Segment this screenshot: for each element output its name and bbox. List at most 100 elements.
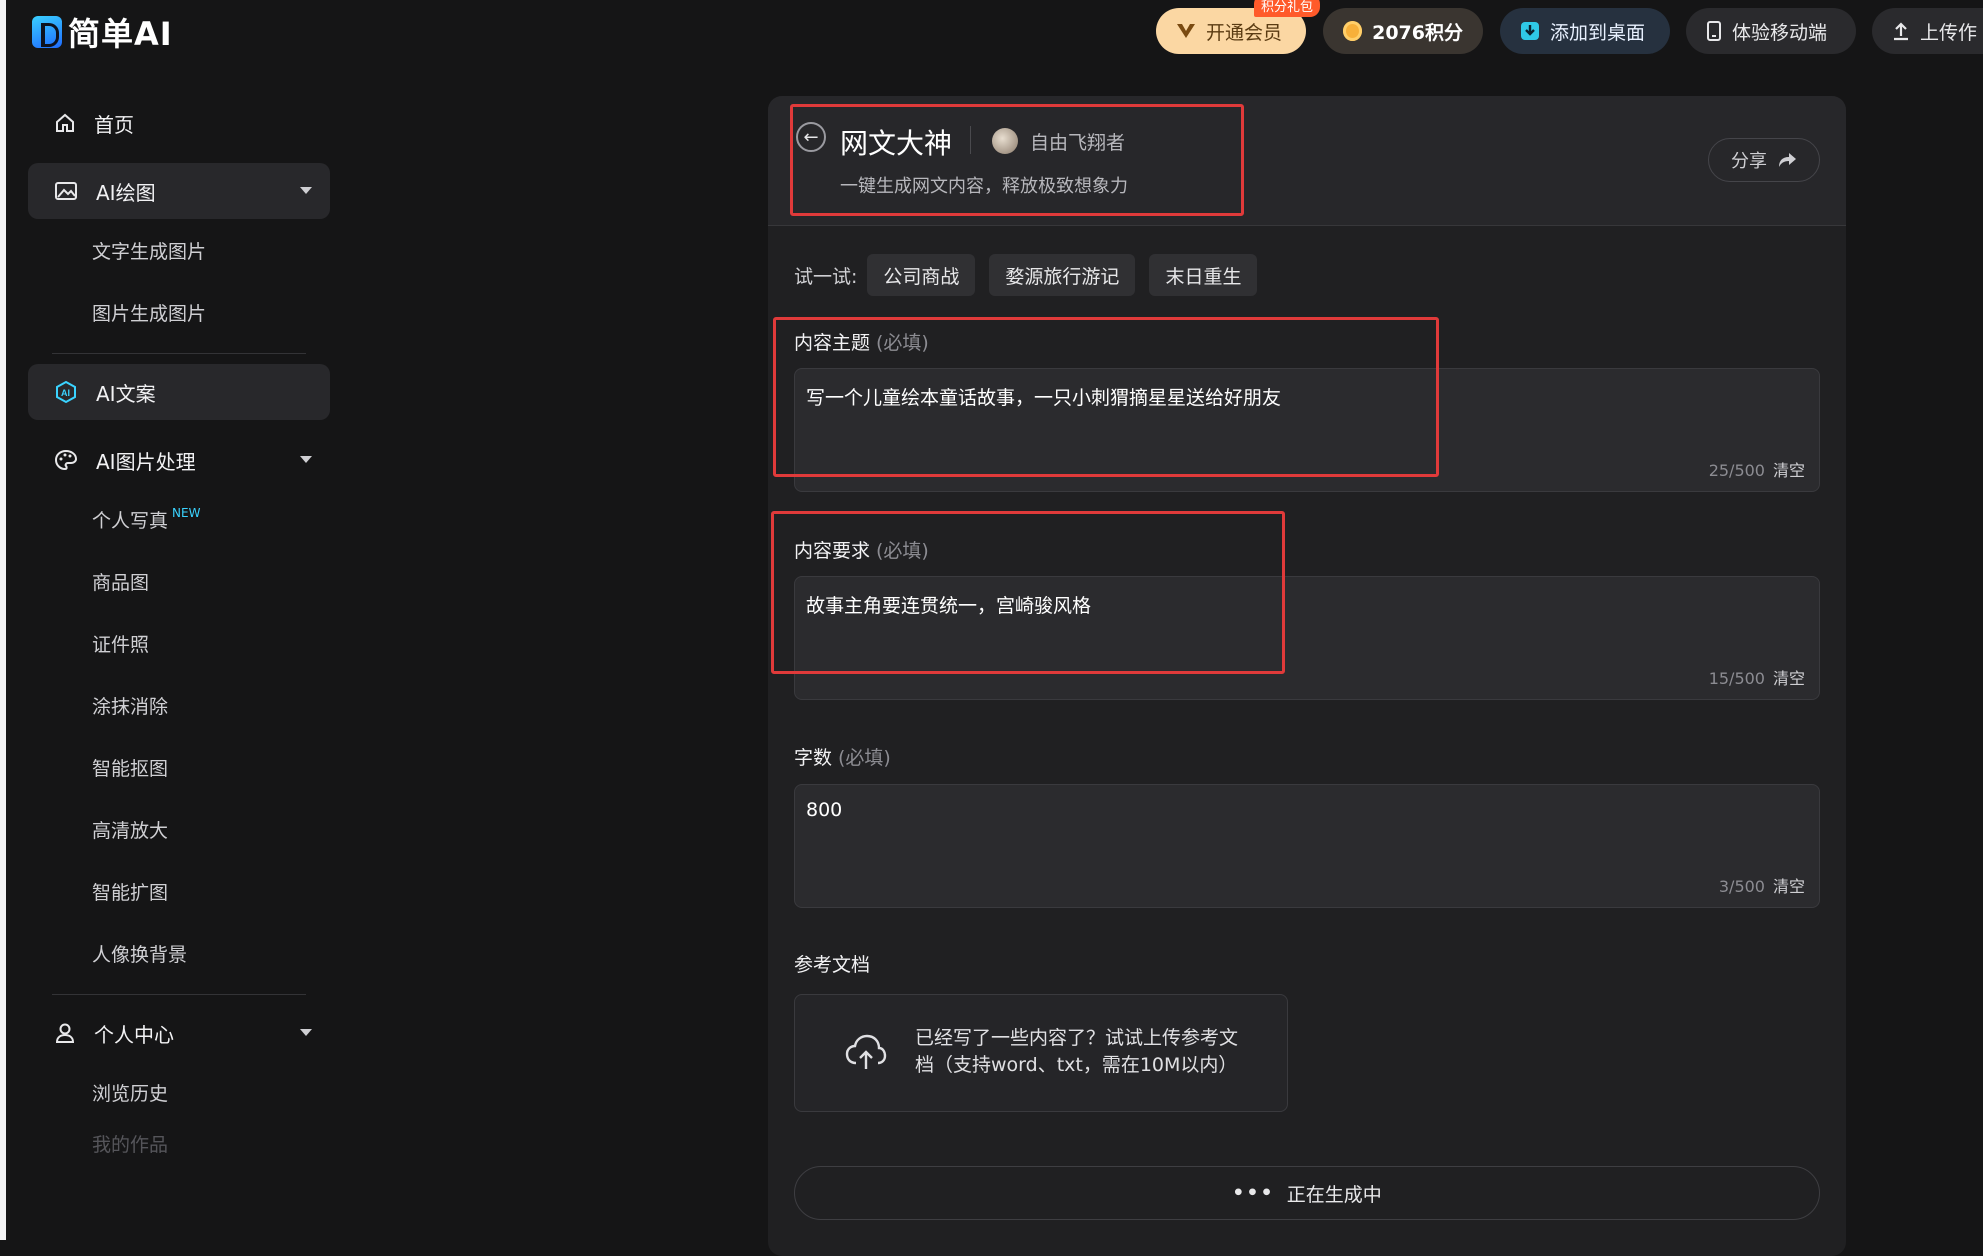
reference-doc-label: 参考文档 [794, 954, 871, 976]
sidebar-item-bg-swap[interactable]: 人像换背景 [28, 922, 330, 984]
palette-icon [54, 449, 78, 471]
example-chip[interactable]: 婺源旅行游记 [989, 254, 1136, 296]
char-counter: 3/500 清空 [1719, 873, 1805, 897]
sidebar-item-text-to-image[interactable]: 文字生成图片 [28, 219, 330, 281]
vip-label: 开通会员 [1206, 21, 1283, 44]
char-count: 3/500 [1718, 877, 1765, 896]
sidebar-item-label: 个人写真 [92, 509, 169, 532]
points-button[interactable]: 2076积分 [1323, 8, 1483, 54]
sidebar-item-my-works[interactable]: 我的作品 [28, 1123, 330, 1163]
char-count: 25/500 [1708, 461, 1765, 480]
sidebar-item-ai-image-process[interactable]: AI图片处理 [28, 432, 330, 488]
mobile-experience-button[interactable]: 体验移动端 [1686, 8, 1856, 54]
requirement-textarea[interactable]: 故事主角要连贯统一，宫崎骏风格 15/500 清空 [794, 576, 1820, 700]
share-button[interactable]: 分享 [1708, 138, 1820, 182]
sidebar-item-portrait[interactable]: 个人写真 NEW [28, 488, 330, 550]
topic-textarea[interactable]: 写一个儿童绘本童话故事，一只小刺猬摘星星送给好朋友 25/500 清空 [794, 368, 1820, 492]
clear-button[interactable]: 清空 [1773, 669, 1805, 688]
main-panel: ← 网文大神 自由飞翔者 一键生成网文内容，释放极致想象力 分享 试一试: 公司… [768, 96, 1846, 1256]
mobile-label: 体验移动端 [1732, 21, 1828, 44]
page-title: 网文大神 [840, 127, 953, 160]
sidebar-item-label: AI图片处理 [96, 449, 196, 474]
requirement-label: 内容要求 (必填) [794, 536, 929, 563]
ai-shield-icon: AI [56, 380, 76, 404]
new-badge: NEW [172, 506, 201, 520]
required-tag: (必填) [838, 747, 891, 769]
sidebar-item-label: 首页 [94, 112, 134, 137]
sidebar-item-label: AI绘图 [96, 180, 156, 205]
sidebar-item-history[interactable]: 浏览历史 [28, 1061, 330, 1123]
field-label-text: 字数 [794, 747, 833, 769]
sidebar-item-product-image[interactable]: 商品图 [28, 550, 330, 612]
sidebar-item-id-photo[interactable]: 证件照 [28, 612, 330, 674]
sidebar-item-ai-copy[interactable]: AI AI文案 [28, 364, 330, 420]
share-label: 分享 [1731, 151, 1767, 172]
sidebar-item-cutout[interactable]: 智能抠图 [28, 736, 330, 798]
home-icon [56, 113, 74, 132]
sidebar-item-user-center[interactable]: 个人中心 [28, 1005, 330, 1061]
app-logo[interactable]: 简单AI [32, 12, 173, 53]
loading-dots-icon: ••• [1232, 1182, 1275, 1204]
author-avatar[interactable] [992, 128, 1018, 154]
sidebar-item-ai-draw[interactable]: AI绘图 [28, 163, 330, 219]
title-separator [970, 126, 971, 154]
sidebar-item-upscale[interactable]: 高清放大 [28, 798, 330, 860]
window-edge [0, 0, 6, 1240]
clear-button[interactable]: 清空 [1773, 461, 1805, 480]
sidebar: 首页 AI绘图 文字生成图片 图片生成图片 AI AI文案 AI图片处理 个人写… [28, 95, 330, 1163]
sidebar-item-label: AI文案 [96, 381, 156, 406]
field-label-text: 内容要求 [794, 540, 871, 562]
generating-button[interactable]: ••• 正在生成中 [794, 1166, 1820, 1220]
required-tag: (必填) [876, 332, 929, 354]
sidebar-item-image-to-image[interactable]: 图片生成图片 [28, 281, 330, 343]
word-count-label: 字数 (必填) [794, 743, 891, 770]
char-counter: 15/500 清空 [1709, 665, 1805, 689]
panel-header: ← 网文大神 自由飞翔者 一键生成网文内容，释放极致想象力 分享 [768, 96, 1846, 226]
char-count: 15/500 [1708, 669, 1765, 688]
try-label: 试一试: [794, 265, 858, 288]
brand-name: 简单AI [68, 15, 173, 53]
points-gift-badge: 积分礼包 [1253, 0, 1320, 17]
topic-label: 内容主题 (必填) [794, 328, 929, 355]
cloud-upload-icon [845, 1034, 887, 1069]
vip-button[interactable]: 开通会员 积分礼包 [1156, 0, 1320, 54]
sidebar-divider [52, 353, 306, 354]
requirement-value[interactable]: 故事主角要连贯统一，宫崎骏风格 [806, 591, 1091, 618]
chevron-down-icon[interactable] [300, 456, 312, 463]
sidebar-item-label: 个人中心 [94, 1022, 174, 1047]
share-arrow-icon [1779, 153, 1796, 167]
required-tag: (必填) [876, 540, 929, 562]
example-chip[interactable]: 公司商战 [867, 254, 976, 296]
author-name[interactable]: 自由飞翔者 [1030, 128, 1125, 155]
sidebar-item-erase[interactable]: 涂抹消除 [28, 674, 330, 736]
upload-work-label: 上传作 [1920, 21, 1978, 44]
chevron-down-icon[interactable] [300, 1029, 312, 1036]
upload-icon [1894, 22, 1908, 41]
upload-work-button[interactable]: 上传作 [1872, 8, 1983, 54]
word-count-value[interactable]: 800 [806, 799, 842, 821]
page-subtitle: 一键生成网文内容，释放极致想象力 [840, 176, 1128, 197]
download-desktop-icon [1521, 22, 1539, 40]
image-icon [55, 182, 77, 200]
reference-upload-area[interactable]: 已经写了一些内容了？试试上传参考文档（支持word、txt，需在10M以内） [794, 994, 1288, 1112]
clear-button[interactable]: 清空 [1773, 877, 1805, 896]
add-to-desktop-label: 添加到桌面 [1550, 21, 1646, 44]
field-label-text: 内容主题 [794, 332, 871, 354]
example-chip[interactable]: 末日重生 [1149, 254, 1258, 296]
upload-hint: 已经写了一些内容了？试试上传参考文档（支持word、txt，需在10M以内） [915, 1027, 1239, 1076]
add-to-desktop-button[interactable]: 添加到桌面 [1500, 8, 1670, 54]
sidebar-item-home[interactable]: 首页 [28, 95, 330, 151]
svg-text:AI: AI [61, 388, 70, 398]
topic-value[interactable]: 写一个儿童绘本童话故事，一只小刺猬摘星星送给好朋友 [806, 383, 1281, 410]
sidebar-item-expand[interactable]: 智能扩图 [28, 860, 330, 922]
points-label: 2076积分 [1372, 21, 1463, 44]
word-count-textarea[interactable]: 800 3/500 清空 [794, 784, 1820, 908]
vip-v-icon [1177, 24, 1195, 38]
back-arrow-icon[interactable]: ← [796, 122, 826, 152]
user-icon [55, 1023, 75, 1043]
logo-icon [32, 16, 62, 48]
char-counter: 25/500 清空 [1709, 457, 1805, 481]
generating-label: 正在生成中 [1286, 1183, 1382, 1206]
try-examples: 试一试: 公司商战 婺源旅行游记 末日重生 [794, 254, 1258, 296]
chevron-down-icon[interactable] [300, 187, 312, 194]
